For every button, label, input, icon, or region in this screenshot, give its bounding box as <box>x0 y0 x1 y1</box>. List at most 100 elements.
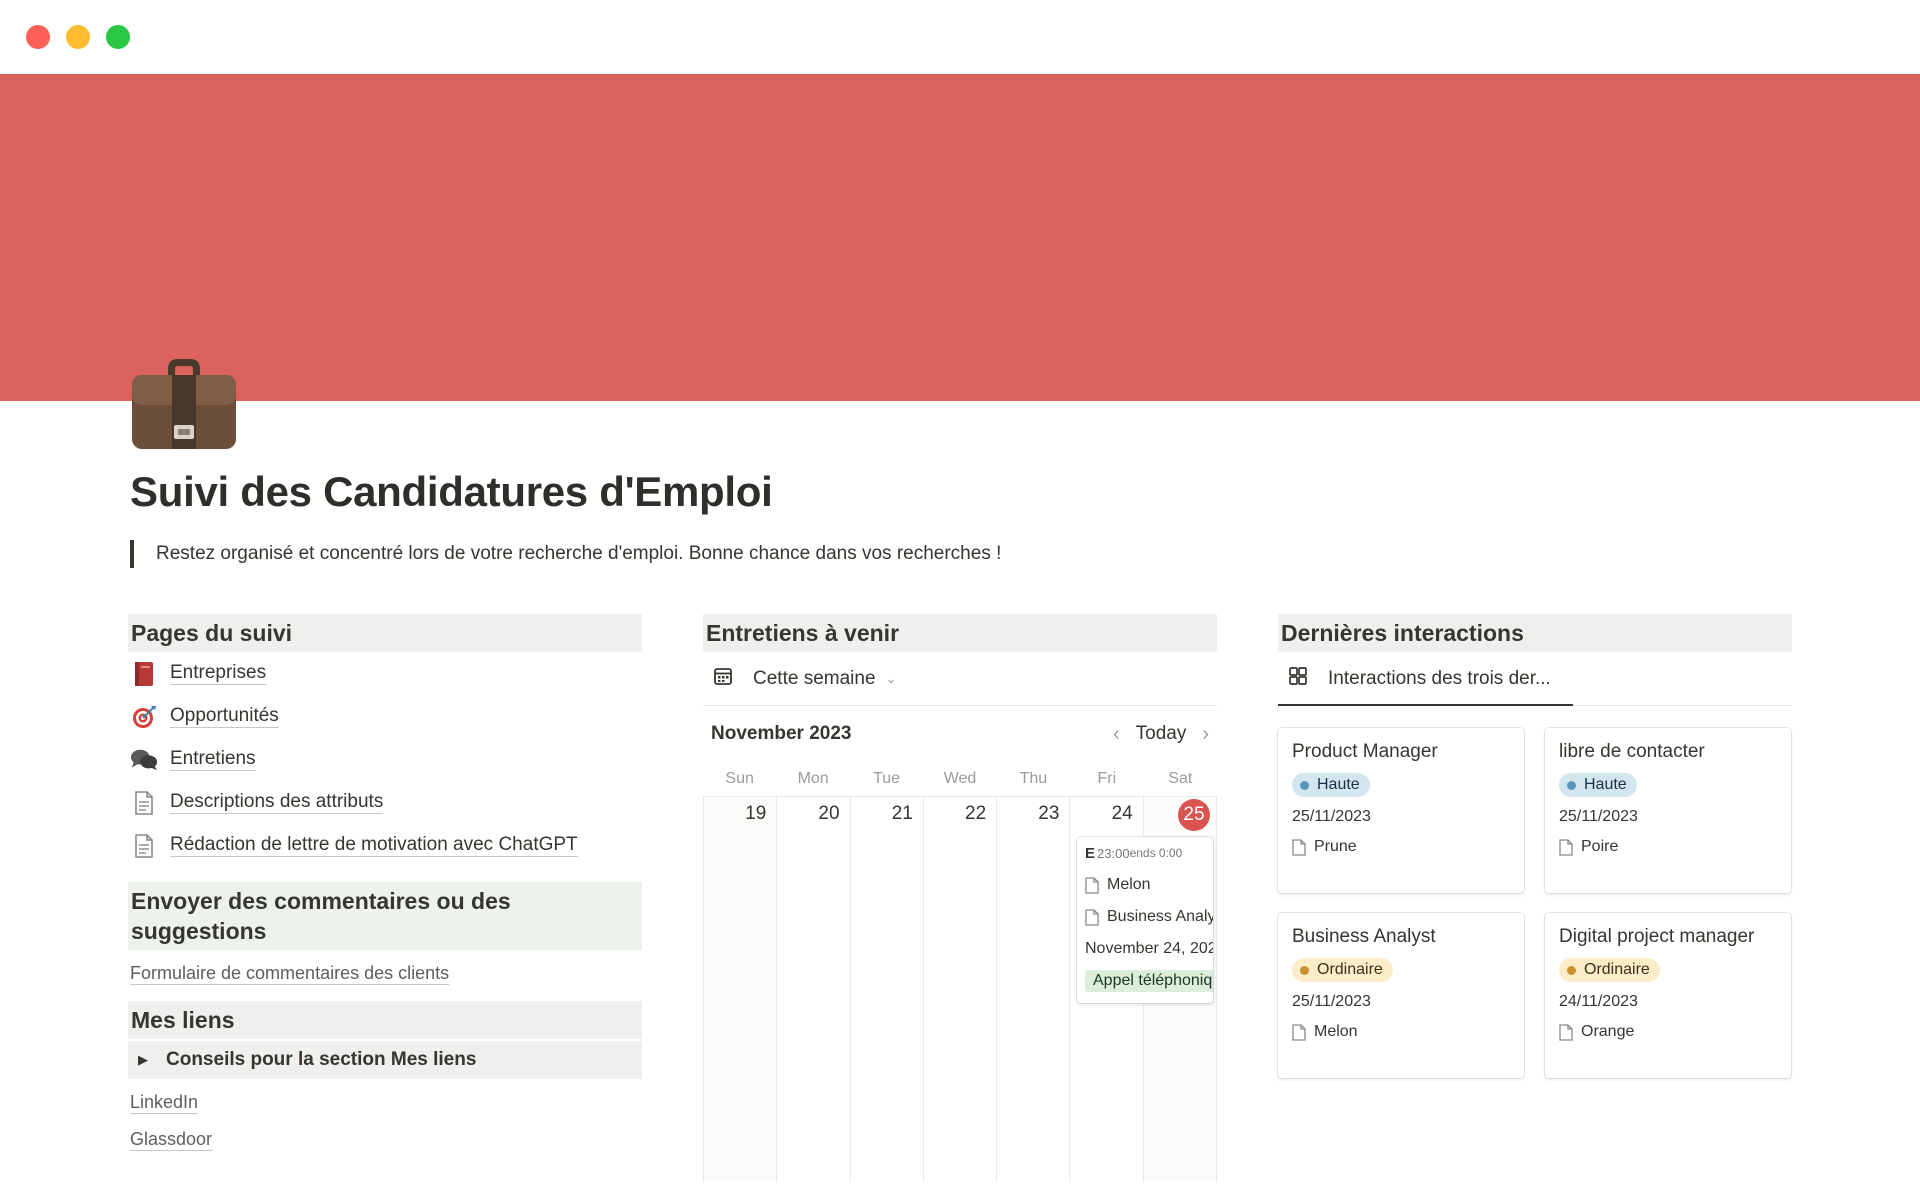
toggle-label: Conseils pour la section Mes liens <box>166 1049 477 1070</box>
priority-dot <box>1300 965 1309 975</box>
priority-label: Haute <box>1584 776 1627 793</box>
priority-label: Ordinaire <box>1584 961 1650 978</box>
document-icon <box>130 832 158 860</box>
nav-label: Opportunités <box>170 705 279 728</box>
day-number: 24 <box>1111 803 1133 824</box>
nav-descriptions-attributs[interactable]: Descriptions des attributs <box>128 781 642 824</box>
card-company-label: Prune <box>1314 838 1357 855</box>
nav-opportunites[interactable]: Opportunités <box>128 695 642 738</box>
interviews-view-bar: Cette semaine ⌄ <box>703 652 1217 706</box>
linkedin-link[interactable]: LinkedIn <box>130 1091 199 1114</box>
interaction-card[interactable]: Digital project manager Ordinaire 24/11/… <box>1545 913 1791 1078</box>
briefcase-icon[interactable] <box>130 355 238 451</box>
event-company: Melon <box>1107 876 1151 893</box>
interactions-view-bar: Interactions des trois der... <box>1278 652 1792 706</box>
glassdoor-link[interactable]: Glassdoor <box>130 1128 213 1151</box>
nav-lettre-motivation[interactable]: Rédaction de lettre de motivation avec C… <box>128 824 642 867</box>
priority-badge: Ordinaire <box>1559 958 1660 982</box>
calendar-day[interactable]: 21 <box>851 797 924 1182</box>
interactions-gallery: Product Manager Haute 25/11/2023 Prune l… <box>1278 728 1792 1078</box>
chevron-down-icon[interactable]: ⌄ <box>886 671 897 687</box>
card-date: 25/11/2023 <box>1292 808 1371 825</box>
card-date: 25/11/2023 <box>1559 808 1638 825</box>
nav-label: Rédaction de lettre de motivation avec C… <box>170 834 578 857</box>
chevron-left-icon[interactable]: ‹ <box>1113 723 1120 746</box>
chevron-right-icon[interactable]: › <box>1202 723 1209 746</box>
page-quote[interactable]: Restez organisé et concentré lors de vot… <box>130 540 1001 568</box>
interaction-card[interactable]: Business Analyst Ordinaire 25/11/2023 Me… <box>1278 913 1524 1078</box>
page-cover[interactable] <box>0 74 1920 401</box>
speech-bubbles-icon <box>130 746 158 774</box>
today-day-number: 25 <box>1177 799 1210 831</box>
calendar-day[interactable]: 19 <box>704 797 778 1182</box>
calendar-icon <box>713 666 743 692</box>
minimize-window-button[interactable] <box>66 25 90 49</box>
window-titlebar <box>0 0 1920 74</box>
priority-dot <box>1567 965 1576 975</box>
day-number: 19 <box>745 803 767 824</box>
right-column: Dernières interactions Interactions des … <box>1278 614 1792 1078</box>
weekday-label: Sat <box>1168 770 1193 787</box>
card-company-label: Melon <box>1314 1023 1358 1040</box>
close-window-button[interactable] <box>26 25 50 49</box>
card-company-label: Orange <box>1581 1023 1635 1040</box>
view-tab-label: Interactions des trois der... <box>1328 667 1551 689</box>
nav-label: Descriptions des attributs <box>170 791 384 814</box>
links-tips-toggle[interactable]: ▶ Conseils pour la section Mes liens <box>128 1041 642 1079</box>
interview-event-card[interactable]: E 23:00 ends 0:00 Melon Business Analyst… <box>1077 837 1213 1003</box>
feedback-heading: Envoyer des commentaires ou des suggesti… <box>128 882 642 950</box>
document-icon <box>1085 908 1099 926</box>
event-date: November 24, 2023 <box>1085 940 1213 957</box>
middle-column: Entretiens à venir Cette semaine ⌄ Novem… <box>703 614 1217 1182</box>
document-icon <box>1085 876 1099 894</box>
maximize-window-button[interactable] <box>106 25 130 49</box>
card-company[interactable]: Poire <box>1559 838 1777 856</box>
nav-label: Entretiens <box>170 748 256 771</box>
calendar-day[interactable]: 23 <box>997 797 1071 1182</box>
page-title[interactable]: Suivi des Candidatures d'Emploi <box>130 468 773 516</box>
nav-entretiens[interactable]: Entretiens <box>128 738 642 781</box>
day-number: 21 <box>891 803 913 824</box>
toggle-triangle-icon[interactable]: ▶ <box>138 1052 166 1068</box>
links-heading: Mes liens <box>128 1001 642 1039</box>
today-button[interactable]: Today <box>1136 723 1187 745</box>
calendar-day[interactable]: 20 <box>777 797 851 1182</box>
event-company-row[interactable]: Melon <box>1077 869 1213 901</box>
document-icon <box>1292 1023 1306 1041</box>
weekday-label: Wed <box>943 770 977 787</box>
weekday-label: Thu <box>1019 770 1048 787</box>
event-opportunity: Business Analyst <box>1107 908 1213 925</box>
document-icon <box>130 789 158 817</box>
card-title: Digital project manager <box>1559 926 1755 947</box>
day-number: 20 <box>818 803 840 824</box>
interactions-view-tab[interactable]: Interactions des trois der... <box>1278 652 1551 706</box>
card-company[interactable]: Orange <box>1559 1023 1777 1041</box>
nav-entreprises[interactable]: Entreprises <box>128 652 642 695</box>
card-company[interactable]: Melon <box>1292 1023 1510 1041</box>
nav-label: Entreprises <box>170 662 267 685</box>
card-title: Product Manager <box>1292 741 1438 762</box>
interviews-view-tab[interactable]: Cette semaine ⌄ <box>703 652 896 706</box>
event-type-tag: Appel téléphonique <box>1085 970 1213 992</box>
calendar-header: November 2023 ‹ Today › <box>703 706 1217 762</box>
card-company[interactable]: Prune <box>1292 838 1510 856</box>
interaction-card[interactable]: Product Manager Haute 25/11/2023 Prune <box>1278 728 1524 893</box>
event-date-row: November 24, 2023 <box>1077 933 1213 965</box>
weekday-label: Mon <box>797 770 829 787</box>
calendar-month: November 2023 <box>711 723 852 744</box>
interactions-heading: Dernières interactions <box>1278 614 1792 652</box>
priority-badge: Ordinaire <box>1292 958 1393 982</box>
document-icon <box>1559 838 1573 856</box>
document-icon <box>1559 1023 1573 1041</box>
event-opportunity-row[interactable]: Business Analyst <box>1077 901 1213 933</box>
red-book-icon <box>130 660 158 688</box>
priority-dot <box>1567 780 1576 790</box>
calendar-nav: ‹ Today › <box>1113 723 1209 746</box>
document-icon <box>1292 838 1306 856</box>
interaction-card[interactable]: libre de contacter Haute 25/11/2023 Poir… <box>1545 728 1791 893</box>
target-icon <box>130 703 158 731</box>
priority-dot <box>1300 780 1309 790</box>
feedback-form-link[interactable]: Formulaire de commentaires des clients <box>130 962 450 985</box>
calendar-day[interactable]: 22 <box>924 797 998 1182</box>
event-title-cut: E <box>1085 844 1096 862</box>
